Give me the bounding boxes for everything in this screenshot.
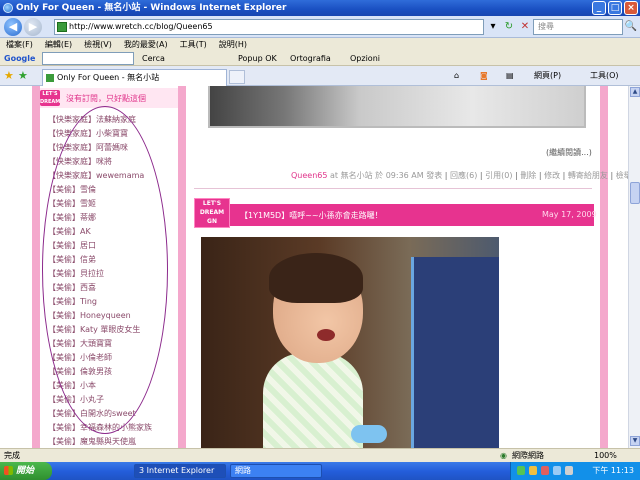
address-tools: ▾ ↻ ✕ <box>486 19 532 35</box>
delete-link[interactable]: 刪除 <box>520 171 536 180</box>
windows-flag-icon <box>4 466 13 475</box>
edit-link[interactable]: 修改 <box>544 171 560 180</box>
vertical-scrollbar[interactable]: ▲ ▼ <box>628 86 640 448</box>
refresh-icon[interactable]: ↻ <box>502 19 516 35</box>
menu-edit[interactable]: 編輯(E) <box>45 39 72 51</box>
google-search-input[interactable] <box>42 52 134 65</box>
tab-bar: ★ ★ Only For Queen - 無名小站 ⌂ ◙ ▤ 網頁(P) 工具… <box>0 66 640 86</box>
add-favorite-icon[interactable]: ★ <box>18 69 28 82</box>
page-content: LET'S DREAM 沒有訂閱，只好點這個 【快樂家庭】法蘇納家庭 【快樂家庭… <box>0 86 628 448</box>
google-cerca-button[interactable]: Cerca <box>142 51 165 66</box>
post-author-link[interactable]: Queen65 <box>291 171 327 180</box>
sidebar-header: LET'S DREAM 沒有訂閱，只好點這個 <box>40 88 178 108</box>
post-divider <box>194 188 592 189</box>
scroll-up-icon[interactable]: ▲ <box>630 87 640 97</box>
search-icon[interactable]: 🔍 <box>624 19 638 35</box>
post-time: 於 09:36 AM 發表 <box>375 171 443 180</box>
stop-icon[interactable]: ✕ <box>518 19 532 35</box>
search-input[interactable]: 搜尋 <box>533 19 623 35</box>
ie-icon <box>3 3 13 13</box>
baby-body-shape <box>263 353 363 448</box>
status-bar: 完成 ◉ 網際網路 100% <box>0 448 640 462</box>
page-menu[interactable]: 網頁(P) <box>534 70 561 82</box>
page-icon <box>57 22 67 32</box>
trackback-link[interactable]: 引用(0) <box>485 171 512 180</box>
menu-tools[interactable]: 工具(T) <box>180 39 207 51</box>
tab-active[interactable]: Only For Queen - 無名小站 <box>42 69 227 86</box>
google-toolbar: Google Cerca Popup OK Ortografia Opzioni <box>0 51 640 66</box>
status-text: 完成 <box>4 451 20 460</box>
tab-label: Only For Queen - 無名小站 <box>57 73 160 82</box>
ortografia-button[interactable]: Ortografia <box>290 51 331 66</box>
new-tab-button[interactable] <box>229 70 245 84</box>
sidebar-header-text: 沒有訂閱，只好點這個 <box>66 94 146 103</box>
favorites-star-icon[interactable]: ★ <box>4 69 14 82</box>
window-title: Only For Queen - 無名小站 - Windows Internet… <box>16 3 287 13</box>
address-bar: ◀ ▶ http://www.wretch.cc/blog/Queen65 ▾ … <box>0 16 640 38</box>
post-meta: Queen65 at 無名小站 於 09:36 AM 發表 | 回應(6) | … <box>291 170 628 181</box>
site-link[interactable]: 無名小站 <box>341 171 373 180</box>
zoom-level[interactable]: 100% <box>594 449 617 462</box>
minimize-button[interactable]: _ <box>592 1 606 15</box>
sidebar-link[interactable]: 【美偷】魔鬼縣與天使嵐 <box>48 435 152 448</box>
print-icon[interactable]: ▤ <box>506 70 514 82</box>
close-button[interactable]: × <box>624 1 638 15</box>
system-tray: 下午 11:13 <box>510 462 640 480</box>
back-button[interactable]: ◀ <box>4 18 22 36</box>
zone-label: 網際網路 <box>512 451 544 460</box>
scroll-down-icon[interactable]: ▼ <box>630 436 640 446</box>
toy-shape <box>351 425 387 443</box>
taskbar-clock: 下午 11:13 <box>592 466 634 475</box>
popup-ok-button[interactable]: Popup OK <box>238 51 277 66</box>
menu-favorites[interactable]: 我的最愛(A) <box>124 39 168 51</box>
internet-zone-icon: ◉ <box>500 451 507 460</box>
title-bar: Only For Queen - 無名小站 - Windows Internet… <box>0 0 640 16</box>
forward-button[interactable]: ▶ <box>24 18 42 36</box>
sidebar-logo: LET'S DREAM <box>40 90 61 106</box>
menu-view[interactable]: 檢視(V) <box>84 39 112 51</box>
tray-network-icon[interactable] <box>517 466 525 475</box>
pink-border-left <box>32 86 40 448</box>
start-button[interactable]: 開始 <box>0 462 52 480</box>
tray-antivirus-icon[interactable] <box>541 466 549 475</box>
tab-page-icon <box>46 74 54 82</box>
forward-link[interactable]: 轉寄給朋友 <box>568 171 608 180</box>
window-controls: _ □ × <box>592 1 638 15</box>
taskbar-network-button[interactable]: 網路 <box>230 464 322 478</box>
url-input[interactable]: http://www.wretch.cc/blog/Queen65 <box>54 19 484 35</box>
pink-border-middle <box>178 86 186 448</box>
post-date: May 17, 2009 <box>542 210 597 219</box>
opzioni-button[interactable]: Opzioni <box>350 51 380 66</box>
baby-hair-shape <box>269 253 363 303</box>
crib-shape <box>411 257 499 448</box>
google-logo: Google <box>4 54 36 63</box>
menu-bar: 檔案(F) 編輯(E) 檢視(V) 我的最愛(A) 工具(T) 說明(H) <box>0 39 640 51</box>
tray-volume-icon[interactable] <box>553 466 561 475</box>
report-link[interactable]: 檢舉 <box>616 171 628 180</box>
start-label: 開始 <box>16 466 35 476</box>
home-icon[interactable]: ⌂ <box>454 70 459 82</box>
baby-photo <box>201 237 499 448</box>
taskbar: 開始 3 Internet Explorer 網路 下午 11:13 <box>0 462 640 480</box>
baby-mouth-shape <box>317 329 335 341</box>
maximize-button[interactable]: □ <box>608 1 622 15</box>
menu-file[interactable]: 檔案(F) <box>6 39 33 51</box>
url-text: http://www.wretch.cc/blog/Queen65 <box>69 22 213 31</box>
tools-menu[interactable]: 工具(O) <box>590 70 619 82</box>
post-title[interactable]: 【1Y1M5D】嘻呼~~小孫亦會走路囉！ <box>240 210 383 221</box>
search-placeholder: 搜尋 <box>538 22 554 31</box>
pink-border-right <box>600 86 608 448</box>
hand-drawn-oval-annotation <box>42 106 168 434</box>
read-more-link[interactable]: (繼續閱讀...) <box>546 147 592 158</box>
taskbar-ie-button[interactable]: 3 Internet Explorer <box>134 464 226 478</box>
menu-help[interactable]: 說明(H) <box>219 39 247 51</box>
scroll-thumb[interactable] <box>630 182 640 204</box>
tray-security-icon[interactable] <box>529 466 537 475</box>
previous-post-photo <box>208 86 586 128</box>
post-logo: LET'S DREAM GN <box>194 198 230 228</box>
replies-link[interactable]: 回應(6) <box>450 171 477 180</box>
tray-misc-icon[interactable] <box>565 466 573 475</box>
dropdown-icon[interactable]: ▾ <box>486 19 500 35</box>
feeds-icon[interactable]: ◙ <box>480 70 488 82</box>
